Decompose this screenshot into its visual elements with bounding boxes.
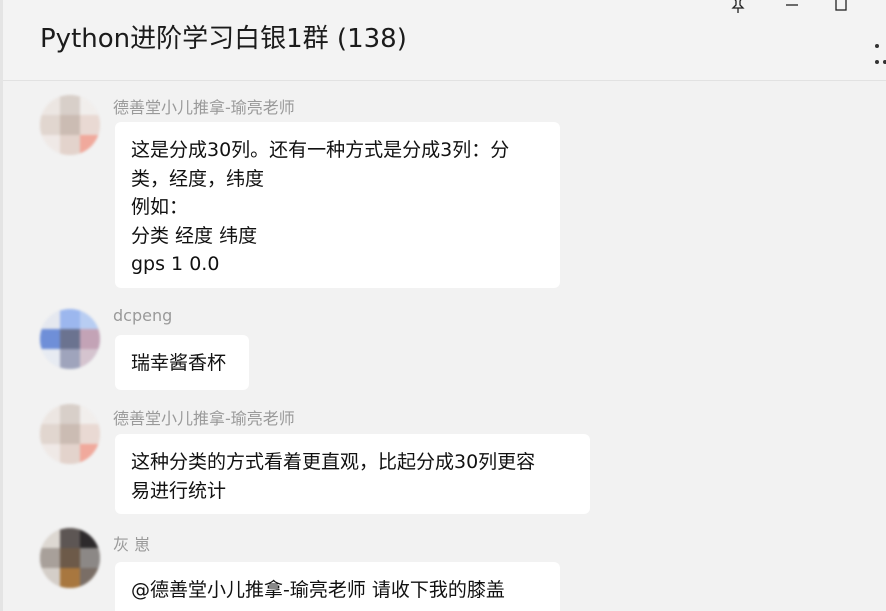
chat-window: Python进阶学习白银1群 (138) 德善堂小儿推拿-瑜亮老师 这是分成30… bbox=[0, 0, 886, 611]
message-list[interactable]: 德善堂小儿推拿-瑜亮老师 这是分成30列。还有一种方式是分成3列：分 类，经度，… bbox=[3, 81, 886, 611]
message-bubble[interactable]: @德善堂小儿推拿-瑜亮老师 请收下我的膝盖 bbox=[115, 562, 560, 611]
avatar[interactable] bbox=[40, 404, 100, 464]
message-text: 类，经度，纬度 bbox=[131, 167, 265, 190]
sender-name[interactable]: 德善堂小儿推拿-瑜亮老师 bbox=[113, 94, 295, 118]
avatar[interactable] bbox=[40, 528, 100, 588]
message-text: 这种分类的方式看着更直观，比起分成30列更容 bbox=[131, 451, 536, 473]
sender-name[interactable]: 德善堂小儿推拿-瑜亮老师 bbox=[113, 405, 295, 429]
sender-name[interactable]: 灰 崽 bbox=[113, 531, 150, 555]
message-text: 瑞幸酱香杯 bbox=[131, 352, 227, 374]
message-text: @德善堂小儿推拿-瑜亮老师 请收下我的膝盖 bbox=[131, 579, 505, 601]
maximize-icon[interactable] bbox=[826, 0, 856, 18]
pin-icon[interactable] bbox=[723, 0, 753, 18]
message-text: 易进行统计 bbox=[131, 479, 227, 502]
minimize-icon[interactable] bbox=[777, 0, 807, 18]
more-icon[interactable] bbox=[871, 38, 886, 68]
message-bubble[interactable]: 瑞幸酱香杯 bbox=[115, 335, 249, 390]
message-text: 这是分成30列。还有一种方式是分成3列：分 bbox=[131, 139, 510, 161]
message-text: 例如： bbox=[131, 196, 189, 218]
avatar[interactable] bbox=[40, 309, 100, 369]
message-bubble[interactable]: 这种分类的方式看着更直观，比起分成30列更容 易进行统计 bbox=[115, 434, 590, 514]
sender-name[interactable]: dcpeng bbox=[113, 306, 172, 325]
chat-header: Python进阶学习白银1群 (138) bbox=[3, 0, 886, 81]
chat-title: Python进阶学习白银1群 (138) bbox=[40, 24, 407, 54]
message-text: gps 1 0.0 bbox=[131, 253, 220, 275]
message-bubble[interactable]: 这是分成30列。还有一种方式是分成3列：分 类，经度，纬度 例如： 分类 经度 … bbox=[115, 122, 560, 288]
message-text: 分类 经度 纬度 bbox=[131, 224, 258, 247]
avatar[interactable] bbox=[40, 95, 100, 155]
